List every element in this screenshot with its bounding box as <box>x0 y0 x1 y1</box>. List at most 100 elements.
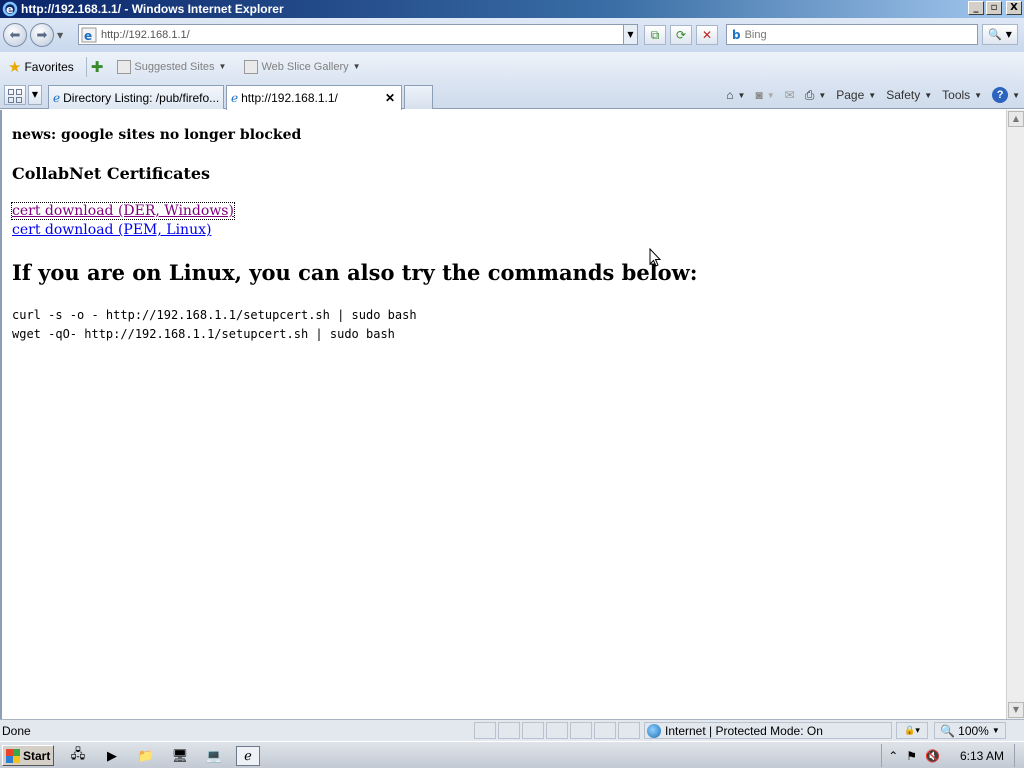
minimize-button[interactable]: _ <box>968 1 984 15</box>
vertical-scrollbar[interactable]: ▲ ▼ <box>1006 110 1024 719</box>
ie-page-icon: ℯ <box>53 90 61 105</box>
page-content: news: google sites no longer blocked Col… <box>0 110 1006 719</box>
safety-menu-label: Safety <box>886 88 921 102</box>
search-icon: 🔍 <box>988 28 1002 41</box>
status-pane <box>474 722 496 739</box>
system-tray: ⌃ ⚑ 🔇 6:13 AM <box>881 744 1024 767</box>
refresh-button[interactable]: ⟳ <box>670 25 692 45</box>
close-window-button[interactable]: X <box>1006 1 1022 15</box>
compatibility-icon: ⧉ <box>650 28 660 42</box>
tools-menu[interactable]: Tools ▼ <box>942 88 982 102</box>
close-tab-icon[interactable]: ✕ <box>385 91 395 105</box>
zoom-icon: 🔍 <box>940 723 956 738</box>
forward-button[interactable]: ➡ <box>30 23 54 47</box>
show-hidden-icons[interactable]: ⌃ <box>888 749 898 763</box>
scroll-down-button[interactable]: ▼ <box>1008 702 1024 718</box>
window-title: http://192.168.1.1/ - Windows Internet E… <box>21 2 284 16</box>
tools-menu-label: Tools <box>942 88 971 102</box>
show-desktop-button[interactable] <box>1014 744 1024 767</box>
read-mail-button[interactable]: ✉ <box>785 88 795 102</box>
zoom-button[interactable]: 🔍 100% ▼ <box>934 722 1006 739</box>
lock-icon: 🔒▾ <box>904 725 920 735</box>
bing-icon: b <box>732 27 741 42</box>
certificates-heading: CollabNet Certificates <box>12 164 211 183</box>
status-bar: Done Internet | Protected Mode: On 🔒▾ 🔍 … <box>0 719 1024 741</box>
web-slice-gallery-button[interactable]: Web Slice Gallery ▼ <box>234 56 364 78</box>
feeds-button[interactable]: ◙ ▼ <box>755 88 774 102</box>
folder-icon[interactable]: 📁 <box>134 746 158 766</box>
home-button[interactable]: ⌂ ▼ <box>726 88 745 102</box>
computer-icon[interactable]: 💻 <box>202 746 226 766</box>
security-zone[interactable]: Internet | Protected Mode: On <box>644 722 892 739</box>
volume-icon[interactable]: 🔇 <box>925 749 940 763</box>
add-to-favorites-bar-icon[interactable]: ✚ <box>91 58 104 76</box>
clock[interactable]: 6:13 AM <box>960 749 1004 763</box>
compatibility-view-button[interactable]: ⧉ <box>644 25 666 45</box>
address-row: ⬅ ➡ ▼ e http://192.168.1.1/ ▼ ⧉ ⟳ ✕ b Bi… <box>0 18 1024 52</box>
cert-download-pem-link[interactable]: cert download (PEM, Linux) <box>12 222 211 238</box>
linux-heading: If you are on Linux, you can also try th… <box>12 260 698 285</box>
tab-row: ▼ ℯ Directory Listing: /pub/firefo... ℯ … <box>0 81 1024 110</box>
start-button[interactable]: Start <box>2 745 54 766</box>
powershell-icon[interactable]: ▶ <box>100 746 124 766</box>
suggested-sites-label: Suggested Sites <box>134 60 215 73</box>
quick-tabs-button[interactable] <box>4 85 26 105</box>
svg-text:e: e <box>84 29 92 43</box>
status-text: Done <box>2 724 31 738</box>
tab-list-dropdown[interactable]: ▼ <box>28 85 42 105</box>
wget-command: wget -qO- http://192.168.1.1/setupcert.s… <box>12 327 395 341</box>
recent-pages-dropdown[interactable]: ▼ <box>57 31 67 40</box>
tab-directory-listing[interactable]: ℯ Directory Listing: /pub/firefo... <box>48 85 224 109</box>
suggested-sites-icon <box>117 59 132 74</box>
stop-button[interactable]: ✕ <box>696 25 718 45</box>
status-pane <box>618 722 640 739</box>
start-label: Start <box>23 748 51 763</box>
search-box[interactable]: b Bing <box>726 24 978 45</box>
tab-current[interactable]: ℯ http://192.168.1.1/ ✕ <box>226 85 402 110</box>
favorites-separator <box>85 56 87 77</box>
search-placeholder[interactable]: Bing <box>745 29 767 41</box>
printer-icon: ⎙ <box>804 87 815 102</box>
address-url[interactable]: http://192.168.1.1/ <box>101 29 190 41</box>
status-pane <box>498 722 520 739</box>
quick-tabs-icon <box>8 89 14 95</box>
mouse-cursor-icon <box>649 248 661 267</box>
status-pane <box>594 722 616 739</box>
address-dropdown-button[interactable]: ▼ <box>623 25 637 44</box>
chevron-down-icon: ▼ <box>218 62 227 71</box>
favorites-button[interactable]: ★ Favorites <box>4 56 78 78</box>
server-manager-icon[interactable]: 🖧 <box>66 746 90 766</box>
title-bar: e http://192.168.1.1/ - Windows Internet… <box>0 0 1024 18</box>
rss-feed-icon: ◙ <box>755 88 763 102</box>
flag-icon[interactable]: ⚑ <box>906 749 917 763</box>
help-icon: ? <box>992 87 1009 103</box>
windows-logo-icon <box>6 748 20 763</box>
search-options-dropdown[interactable]: ▼ <box>1006 30 1012 39</box>
news-line: news: google sites no longer blocked <box>12 127 302 143</box>
internet-explorer-taskbar-icon[interactable]: ℯ <box>236 746 260 766</box>
print-button[interactable]: ⎙ ▼ <box>805 88 827 103</box>
internet-globe-icon <box>647 723 661 738</box>
tab-label: Directory Listing: /pub/firefo... <box>63 90 220 105</box>
internet-explorer-icon: e <box>2 1 18 17</box>
maximize-button[interactable]: ▫ <box>986 1 1002 15</box>
back-button[interactable]: ⬅ <box>3 23 27 47</box>
ie-page-icon: e <box>81 27 97 43</box>
address-bar[interactable]: e http://192.168.1.1/ ▼ <box>78 24 638 45</box>
remote-desktop-icon[interactable]: 🖥 <box>168 746 192 766</box>
protected-mode-button[interactable]: 🔒▾ <box>896 722 928 739</box>
scroll-up-button[interactable]: ▲ <box>1008 111 1024 127</box>
help-menu[interactable]: ? ▼ <box>992 87 1020 103</box>
forward-arrow-icon: ➡ <box>36 27 48 43</box>
status-pane <box>522 722 544 739</box>
favorites-star-icon: ★ <box>8 58 22 76</box>
tab-label: http://192.168.1.1/ <box>241 91 338 105</box>
page-menu[interactable]: Page ▼ <box>836 88 876 102</box>
search-button[interactable]: 🔍 ▼ <box>982 24 1018 45</box>
suggested-sites-button[interactable]: Suggested Sites ▼ <box>107 56 230 78</box>
taskbar: Start 🖧 ▶ 📁 🖥 💻 ℯ ⌃ ⚑ 🔇 6:13 AM <box>0 741 1024 768</box>
ie-page-icon: ℯ <box>231 91 239 105</box>
cert-download-der-link[interactable]: cert download (DER, Windows) <box>11 202 235 220</box>
safety-menu[interactable]: Safety ▼ <box>886 88 932 102</box>
new-tab-button[interactable] <box>404 85 433 109</box>
